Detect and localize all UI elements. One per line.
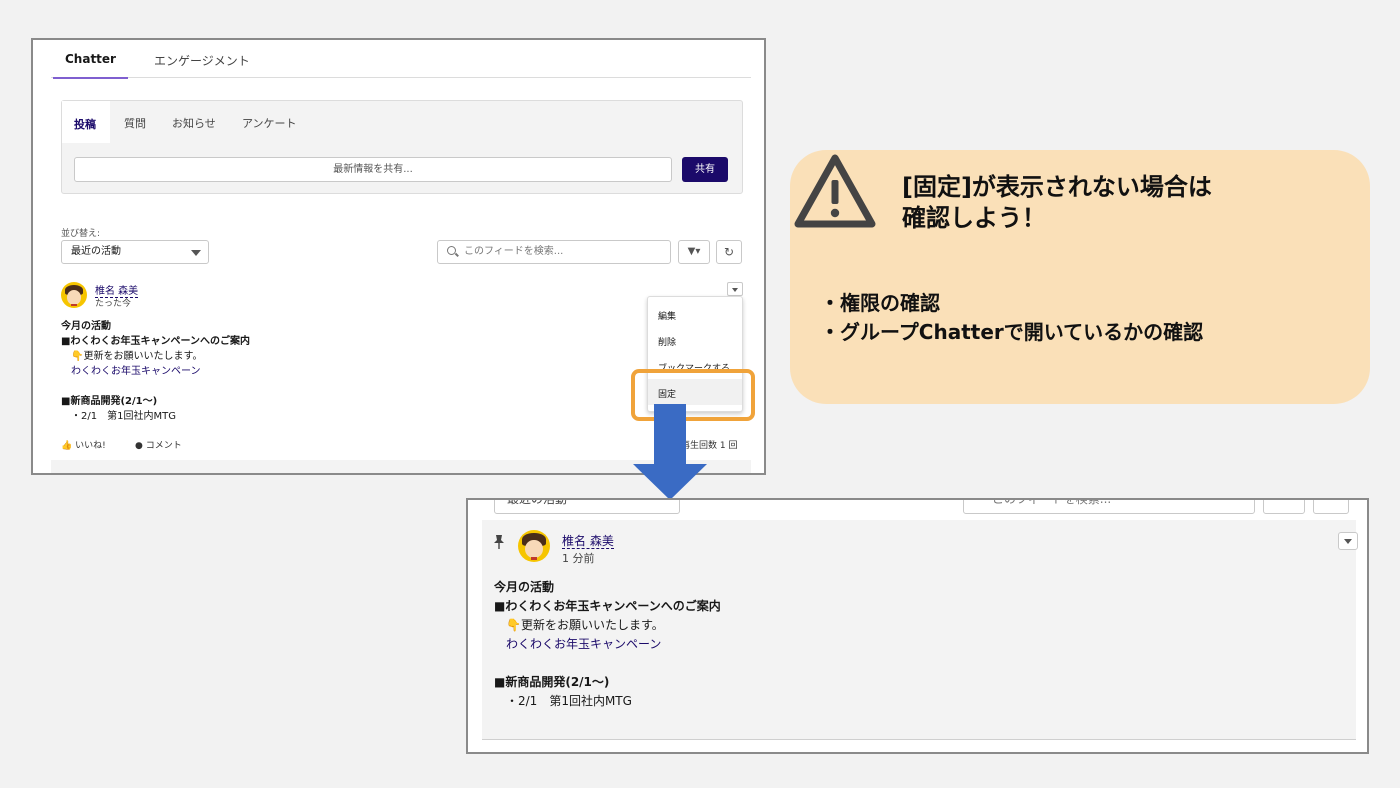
post-author-link[interactable]: 椎名 森美	[562, 532, 614, 549]
chevron-down-icon	[191, 250, 201, 256]
post-author[interactable]: 椎名 森美	[562, 534, 614, 549]
post-body: 今月の活動 ■わくわくお年玉キャンペーンへのご案内 👇更新をお願いいたします。 …	[61, 319, 250, 424]
pin-icon	[494, 535, 504, 549]
post-time[interactable]: たった今	[95, 296, 131, 309]
post-menu-button[interactable]	[1338, 532, 1358, 550]
post-link[interactable]: わくわくお年玉キャンペーン	[494, 635, 721, 654]
view-count: 再生回数 1 回	[681, 441, 738, 451]
post-link[interactable]: わくわくお年玉キャンペーン	[61, 364, 250, 379]
comment-label: コメント	[145, 441, 182, 451]
feed-search-input[interactable]: このフィードを検索...	[963, 500, 1255, 514]
pin-highlight-frame	[631, 369, 755, 421]
feed-search-input[interactable]: このフィードを検索...	[437, 240, 671, 264]
post-menu-button[interactable]	[727, 282, 743, 296]
avatar[interactable]	[518, 530, 550, 562]
like-label: いいね!	[75, 441, 106, 451]
tab-announcement[interactable]: お知らせ	[172, 115, 216, 131]
down-arrow-shaft	[654, 404, 686, 466]
post-line: ■わくわくお年玉キャンペーンへのご案内	[494, 599, 721, 613]
menu-item-edit[interactable]: 編集	[658, 309, 676, 322]
chatter-screenshot-bottom: 最近の活動 このフィードを検索... 椎名 森美 1 分前 今月の活動 ■わくわ…	[466, 498, 1369, 754]
sort-label: 並び替え:	[61, 229, 101, 239]
sort-select[interactable]: 最近の活動	[494, 500, 680, 514]
tab-question[interactable]: 質問	[124, 115, 146, 131]
post-line: 👇更新をお願いいたします。	[506, 618, 664, 632]
tab-poll[interactable]: アンケート	[242, 115, 297, 131]
comment-button[interactable]: ● コメント	[135, 438, 182, 451]
post-line: ・2/1 第1回社内MTG	[506, 694, 632, 708]
main-tab-bar: Chatter エンゲージメント	[51, 40, 751, 79]
post-author-link[interactable]: 椎名 森美	[95, 282, 139, 298]
thumbs-up-icon: 👍	[61, 441, 73, 451]
post-line: ■新商品開発(2/1〜)	[61, 396, 158, 407]
callout-item-permission: ・権限の確認	[820, 291, 940, 315]
post-line: 👇更新をお願いいたします。	[71, 351, 203, 362]
post-time[interactable]: 1 分前	[562, 550, 595, 566]
callout-title-line: [固定]が表示されない場合は	[902, 173, 1212, 201]
share-input[interactable]: 最新情報を共有...	[74, 157, 672, 182]
refresh-button[interactable]	[1313, 500, 1349, 514]
post-line: 今月の活動	[61, 321, 111, 332]
share-button[interactable]: 共有	[682, 157, 728, 182]
pinned-post: 椎名 森美 1 分前 今月の活動 ■わくわくお年玉キャンペーンへのご案内 👇更新…	[482, 520, 1358, 740]
comment-icon: ●	[135, 441, 143, 451]
like-button[interactable]: 👍 いいね!	[61, 438, 106, 451]
post-line: ■わくわくお年玉キャンペーンへのご案内	[61, 336, 250, 347]
warning-callout: [固定]が表示されない場合は 確認しよう！ ・権限の確認 ・グループChatte…	[790, 150, 1370, 404]
post-line: ・2/1 第1回社内MTG	[71, 411, 176, 422]
filter-button[interactable]	[1263, 500, 1305, 514]
callout-item-group: ・グループChatterで開いているかの確認	[820, 320, 1204, 344]
post-body: 今月の活動 ■わくわくお年玉キャンペーンへのご案内 👇更新をお願いいたします。 …	[494, 578, 721, 711]
search-icon	[447, 246, 456, 255]
warning-icon	[794, 154, 876, 228]
post-line: 今月の活動	[494, 580, 555, 594]
post-line: ■新商品開発(2/1〜)	[494, 675, 610, 689]
avatar[interactable]	[61, 282, 87, 308]
refresh-button[interactable]: ↻	[716, 240, 742, 264]
sort-value: 最近の活動	[71, 246, 121, 257]
tab-chatter[interactable]: Chatter	[53, 52, 128, 79]
filter-button[interactable]: ▼▾	[678, 240, 710, 264]
tab-post[interactable]: 投稿	[74, 116, 96, 132]
publisher: 投稿 質問 お知らせ アンケート 最新情報を共有... 共有	[61, 100, 743, 194]
callout-title-line: 確認しよう！	[902, 204, 1046, 232]
tab-engagement[interactable]: エンゲージメント	[154, 52, 250, 69]
down-arrow-icon	[633, 464, 707, 500]
sort-select[interactable]: 最近の活動	[61, 240, 209, 264]
menu-item-delete[interactable]: 削除	[658, 335, 676, 348]
feed-search-placeholder: このフィードを検索...	[464, 246, 564, 257]
callout-title: [固定]が表示されない場合は 確認しよう！	[902, 172, 1212, 234]
